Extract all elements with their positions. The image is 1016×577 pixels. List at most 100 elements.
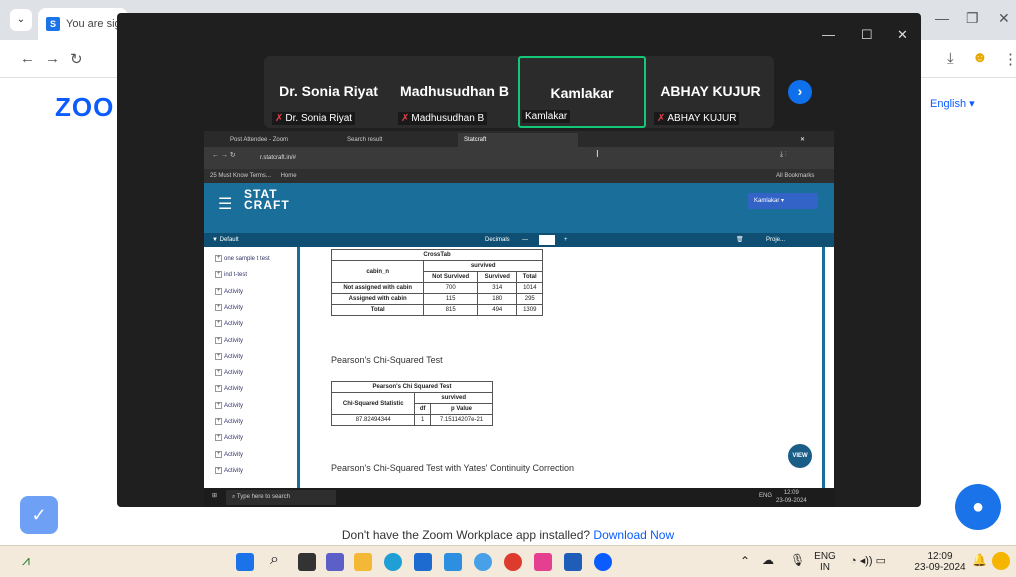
participant-name: Madhusudhan B [400,83,509,99]
sidebar-tree-item: + Activity [215,303,244,311]
sidebar-tree-item: + Activity [215,320,244,328]
participant-name: Kamlakar [550,85,614,101]
chi-squared-table: Pearson's Chi Squared Test Chi-Squared S… [330,381,493,426]
shared-tab: Search result [347,137,383,143]
widgets-icon[interactable]: ⩘ [22,552,30,569]
sidebar-tree-item: + Activity [215,401,244,409]
crosstab-table: CrossTab cabin_n survived Not Survived Su… [330,249,543,316]
chrome-icon[interactable] [504,553,522,571]
shared-tab-bar: Post Attendee - Zoom Search result Statc… [204,131,834,147]
participant-tile[interactable]: Dr. Sonia Riyat ✗ Dr. Sonia Riyat [266,56,391,128]
close-icon[interactable]: ✕ [998,10,1010,27]
all-bookmarks: All Bookmarks [776,173,815,179]
sidebar-tree-item: + Activity [215,434,244,442]
tab-search-button[interactable]: ⌄ [10,9,32,31]
zoom-maximize-icon[interactable]: ☐ [861,27,873,43]
shared-tab: Statcraft [458,133,578,147]
participant-name: Dr. Sonia Riyat [279,83,378,99]
install-prompt: Don't have the Zoom Workplace app instal… [0,528,1016,542]
sidebar-tree-item: + Activity [215,336,244,344]
profile-icon[interactable]: ☻ [972,49,988,66]
shared-search-box: ⌕ Type here to search [226,490,336,505]
copilot-icon[interactable] [992,552,1010,570]
search-icon[interactable]: ⌕ [270,551,279,569]
restore-icon[interactable]: ❐ [966,10,979,27]
start-icon[interactable] [236,553,254,571]
chi-table-title: Pearson's Chi Squared Test [331,381,493,393]
crosstab-group-header: survived [423,260,543,272]
user-menu: Kamlakar ▾ [748,193,818,209]
table-row: Not assigned with cabin 700 314 1014 [330,282,543,294]
shared-url: r.statcraft.in/# [260,155,297,161]
site-favicon-icon: S [46,17,60,31]
bookmark-item: Home [280,173,297,179]
participant-tile[interactable]: Madhusudhan B ✗ Madhusudhan B [392,56,517,128]
next-participants-button[interactable]: › [788,80,812,104]
reload-icon[interactable]: ↻ [70,50,83,68]
table-row: Assigned with cabin 115 180 295 [330,293,543,305]
crosstab-col: Not Survived [423,271,479,283]
word-icon[interactable] [564,553,582,571]
chat-icon[interactable]: ● [955,484,1001,530]
table-row: 87.82494344 1 7.15114207e-21 [330,414,493,426]
sidebar-tree-item: + Activity [215,466,244,474]
zoom-close-icon[interactable]: ✕ [897,27,908,43]
shared-start-icon: ⊞ [212,493,218,499]
participant-name: ABHAY KUJUR [660,83,761,99]
participant-strip: Dr. Sonia Riyat ✗ Dr. Sonia Riyat Madhusu… [264,56,774,128]
decimals-plus-icon: + [564,237,568,243]
sidebar-tree-item: + Activity [215,369,244,377]
chevron-up-icon[interactable]: ⌃ [740,554,750,568]
crosstab-col: Total [516,271,543,283]
back-icon[interactable]: ← [20,50,35,67]
minimize-icon[interactable]: — [935,10,949,26]
muted-mic-icon: ✗ [401,113,410,124]
menu-icon[interactable]: ⋮ [1003,50,1016,68]
sidebar-tree-item: + Activity [215,287,244,295]
participant-tile-active-speaker[interactable]: Kamlakar Kamlakar [518,56,646,128]
mic-icon[interactable]: 🎙 [790,553,805,567]
participant-label: ✗ Dr. Sonia Riyat [272,112,356,125]
file-explorer-icon[interactable] [354,553,372,571]
shared-screen: Post Attendee - Zoom Search result Statc… [204,131,834,507]
cloud-icon[interactable]: ☁ [762,553,774,567]
app-icon[interactable] [534,553,552,571]
language-indicator[interactable]: ENG IN [812,551,838,573]
output-panel: CrossTab cabin_n survived Not Survived Su… [304,247,820,487]
clock[interactable]: 12:09 23-09-2024 [910,551,970,573]
decimals-label: Decimals [485,237,510,243]
shared-windows-taskbar: ⊞ ⌕ Type here to search ENG 12:09 23-09-2… [204,488,834,507]
chi-group-header: survived [414,392,493,404]
zoom-minimize-icon[interactable]: — [822,27,835,42]
app-icon[interactable] [444,553,462,571]
participant-label: ✗ Madhusudhan B [398,112,488,125]
forward-icon[interactable]: → [45,50,60,67]
bookmark-item: 25 Must Know Terms... [210,173,271,179]
table-row: Total 815 494 1309 [330,304,543,316]
filter-icon: ▼ [212,237,218,243]
notification-icon[interactable]: 🔔 [972,553,987,567]
sidebar-tree-item: + Activity [215,385,244,393]
statcraft-sidebar: + one sample t test + ind t-test + Activity + A… [204,247,300,487]
teams-icon[interactable] [326,553,344,571]
download-now-link[interactable]: Download Now [593,528,674,542]
statcraft-header: ☰ STAT CRAFT Kamlakar ▾ [204,183,834,233]
zoom-logo: ZOO [55,92,115,122]
edge-icon[interactable] [384,553,402,571]
view-button: VIEW [788,444,812,468]
store-icon[interactable] [414,553,432,571]
task-view-icon[interactable] [298,553,316,571]
settings-app-icon[interactable] [474,553,492,571]
windows-taskbar: ⩘ ⌕ ⌃ ☁ 🎙 ENG IN ◔ ◂)) ▭ 12:09 23-09-2024 … [0,545,1016,577]
download-icon[interactable]: ⤓ [947,50,954,67]
language-selector[interactable]: English ▾ [930,97,975,110]
install-text: Don't have the Zoom Workplace app instal… [341,528,591,542]
participant-tile[interactable]: ABHAY KUJUR ✗ ABHAY KUJUR [648,56,773,128]
participant-label: Kamlakar [522,110,571,123]
zoom-icon[interactable] [594,553,612,571]
wifi-icon[interactable]: ◔ ◂)) ▭ [850,554,886,567]
sidebar-tree-item: + Activity [215,352,244,360]
shared-nav-icon: ← → ↻ [212,152,236,159]
browser-tab[interactable]: S You are sign [38,8,128,40]
trash-icon: 🗑 [736,237,744,243]
